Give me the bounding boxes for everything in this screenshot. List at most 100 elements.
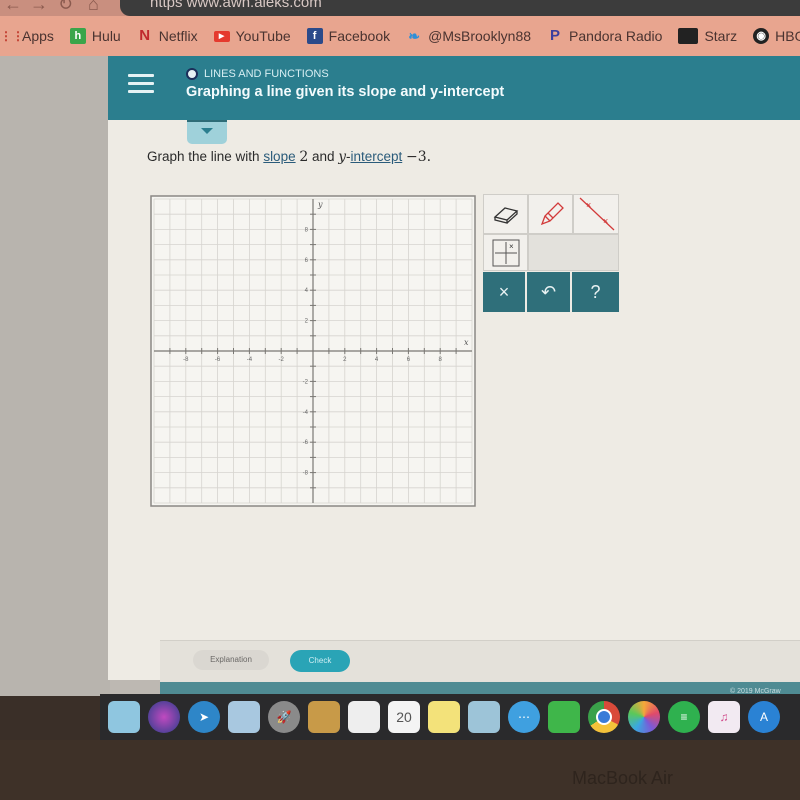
lesson-title: Graphing a line given its slope and y-in… (186, 84, 505, 100)
forward-icon[interactable]: → (30, 0, 48, 15)
hulu-icon: h (69, 28, 86, 44)
bookmark-hulu[interactable]: h Hulu (69, 28, 121, 44)
pandora-icon: P (550, 27, 561, 44)
chrome-icon[interactable] (588, 701, 620, 733)
calendar-icon[interactable]: 20 (388, 701, 420, 733)
photos-icon[interactable] (628, 701, 660, 733)
bookmark-apps[interactable]: ⋮⋮ Apps (0, 28, 54, 44)
clear-button[interactable]: × (483, 272, 525, 312)
home-icon[interactable]: ⌂ (88, 0, 99, 15)
problem-text: and (308, 149, 339, 164)
graph-tool-palette: × × × × ↶ ? (483, 194, 619, 312)
bookmark-label: Starz (704, 28, 738, 44)
twitter-icon: ❧ (408, 28, 420, 44)
music-icon[interactable]: ♫ (708, 701, 740, 733)
folder-icon[interactable] (308, 701, 340, 733)
bookmark-label: @MsBrooklyn88 (428, 28, 532, 44)
launchpad-icon[interactable]: 🚀 (268, 701, 300, 733)
apps-grid-icon: ⋮⋮ (0, 29, 24, 43)
calendar-day: 20 (396, 709, 412, 725)
starz-icon (678, 28, 699, 44)
tool-empty-slot (528, 234, 619, 271)
pencil-tool[interactable] (528, 194, 573, 234)
undo-icon: ↶ (540, 281, 557, 302)
svg-text:×: × (509, 242, 514, 251)
x-tick-label: -6 (215, 357, 221, 363)
bookmark-label: Pandora Radio (569, 28, 663, 44)
point-tool[interactable]: × (483, 234, 528, 271)
bookmark-facebook[interactable]: f Facebook (306, 28, 391, 44)
problem-text: Graph the line with (147, 149, 264, 164)
safari-icon[interactable]: ➤ (188, 701, 220, 733)
facebook-icon: f (306, 28, 323, 44)
bookmark-label: HBO (775, 28, 800, 44)
x-tick-label: -2 (279, 357, 285, 363)
y-tick-label: -4 (303, 410, 309, 416)
caret-down-icon (201, 128, 213, 134)
finder-icon[interactable] (108, 701, 140, 733)
youtube-icon: ▶ (213, 30, 230, 42)
expand-toggle[interactable] (187, 120, 227, 144)
bookmark-label: YouTube (235, 28, 291, 44)
left-margin (0, 56, 110, 696)
reload-icon[interactable]: ↻ (58, 0, 73, 15)
progress-circle-icon (186, 68, 198, 80)
netflix-icon: N (139, 27, 151, 44)
problem-statement: Graph the line with slope 2 and y-interc… (147, 149, 432, 165)
back-icon[interactable]: ← (4, 0, 22, 15)
slope-value: 2 (299, 149, 309, 165)
bookmarks-bar: ⋮⋮ Apps h Hulu N Netflix ▶ YouTube f Fac… (0, 16, 800, 56)
x-axis-label: x (464, 338, 469, 347)
close-icon: × (498, 281, 510, 302)
mac-dock: ➤ 🚀 20 ⋯ ≡ ♫ A (100, 694, 800, 740)
help-icon: ? (590, 281, 601, 302)
explanation-button[interactable]: Explanation (193, 650, 269, 670)
facetime-icon[interactable] (548, 701, 580, 733)
point-grid-icon: × (492, 239, 519, 266)
messages-icon[interactable]: ⋯ (508, 701, 540, 733)
reminders-icon[interactable] (348, 701, 380, 733)
bookmark-label: Hulu (91, 28, 121, 44)
notes-icon[interactable] (428, 701, 460, 733)
section-label: LINES AND FUNCTIONS (204, 68, 329, 80)
slope-link[interactable]: slope (263, 149, 295, 164)
y-tick-label: -8 (303, 471, 309, 477)
hbo-icon: ◉ (753, 28, 770, 44)
bookmark-youtube[interactable]: ▶ YouTube (213, 28, 291, 44)
macbook-label: MacBook Air (572, 768, 674, 788)
bookmark-twitter[interactable]: ❧ @MsBrooklyn88 (406, 28, 531, 44)
coordinate-grid[interactable]: -8 -6 -4 -2 2 4 6 88642-2-4-6-8 x y (150, 195, 476, 507)
help-button[interactable]: ? (572, 272, 619, 312)
line-tool[interactable]: × × (573, 194, 619, 234)
bookmark-starz[interactable]: Starz (678, 28, 737, 44)
y-tick-label: -2 (303, 379, 309, 385)
y-tick-label: -6 (303, 440, 309, 446)
y-axis-label: y (317, 200, 323, 209)
bookmark-hbo[interactable]: ◉ HBO (753, 28, 800, 44)
address-bar[interactable]: https www.awn.aleks.com (120, 0, 800, 16)
undo-button[interactable]: ↶ (527, 272, 570, 312)
check-button[interactable]: Check (290, 650, 350, 672)
bookmark-label: Apps (22, 28, 54, 44)
bookmark-netflix[interactable]: N Netflix (137, 27, 198, 45)
preview-icon[interactable] (228, 701, 260, 733)
section-breadcrumb: LINES AND FUNCTIONS (186, 68, 329, 80)
spotify-icon[interactable]: ≡ (668, 701, 700, 733)
menu-icon[interactable] (128, 74, 154, 96)
intercept-link[interactable]: intercept (350, 149, 402, 164)
bookmark-label: Facebook (328, 28, 391, 44)
x-tick-label: -8 (183, 357, 189, 363)
laptop-bezel (0, 740, 800, 800)
pencil-icon (540, 202, 564, 226)
eraser-tool[interactable] (483, 194, 528, 234)
svg-text:×: × (586, 200, 591, 210)
bookmark-label: Netflix (158, 28, 198, 44)
y-variable: y (338, 149, 346, 165)
siri-icon[interactable] (148, 701, 180, 733)
app-store-icon[interactable]: A (748, 701, 780, 733)
maps-icon[interactable] (468, 701, 500, 733)
line-tool-icon: ×× (579, 197, 615, 231)
intercept-value: −3. (406, 149, 432, 165)
bookmark-pandora[interactable]: P Pandora Radio (547, 27, 663, 45)
svg-text:×: × (603, 216, 608, 226)
